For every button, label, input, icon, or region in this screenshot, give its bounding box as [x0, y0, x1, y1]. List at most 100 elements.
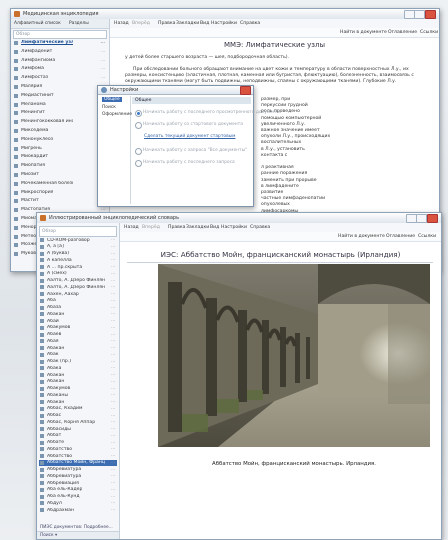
- front-list-item[interactable]: Абаза ···: [39, 305, 117, 312]
- back-list-item[interactable]: Малярия···: [13, 83, 107, 91]
- back-list-item[interactable]: Мастит···: [13, 197, 107, 205]
- option-last-document-radio[interactable]: [135, 110, 142, 117]
- back-list-item[interactable]: Лимфома ···: [13, 65, 107, 73]
- menu-bookmarks[interactable]: Закладки: [186, 225, 209, 230]
- front-list-item[interactable]: Аббас, Кхадим ···: [39, 406, 117, 413]
- option-all-documents-radio[interactable]: [135, 148, 142, 155]
- find-in-document-link[interactable]: Найти в документе: [340, 30, 387, 35]
- menu-settings[interactable]: Настройки: [211, 21, 237, 26]
- back-list-item[interactable]: Лимфаденит ···: [13, 48, 107, 56]
- maximize-button[interactable]: [414, 10, 425, 19]
- back-list-item[interactable]: Миопатия···: [13, 162, 107, 170]
- back-list-item[interactable]: Менингит···: [13, 109, 107, 117]
- menu-view[interactable]: Вид: [210, 225, 219, 230]
- option-last-query-radio[interactable]: [135, 160, 142, 167]
- make-start-document-link[interactable]: Сделать текущий документ стартовым: [144, 134, 235, 139]
- front-list-item[interactable]: Аббате ···: [39, 440, 117, 447]
- back-list-item[interactable]: Мононуклеоз···: [13, 136, 107, 144]
- front-search-input[interactable]: Обзор: [39, 226, 117, 237]
- front-list-item[interactable]: CD-ROM-разговор ···: [39, 237, 117, 244]
- front-list-item[interactable]: Абака ···: [39, 365, 117, 372]
- maximize-button[interactable]: [416, 214, 427, 223]
- contents-link[interactable]: Оглавление: [386, 234, 415, 239]
- front-list-item[interactable]: А (смех) ···: [39, 271, 117, 278]
- close-button[interactable]: [427, 214, 438, 223]
- front-list-item[interactable]: Аббас ···: [39, 413, 117, 420]
- front-list-item[interactable]: Аалто, А. Дзеро Финляндия ···: [39, 278, 117, 285]
- back-list-item[interactable]: Миозит···: [13, 171, 107, 179]
- menu-help[interactable]: Справка: [240, 21, 260, 26]
- front-list-item[interactable]: A (буква) ···: [39, 251, 117, 258]
- front-list-item[interactable]: Аббревиация ···: [39, 480, 117, 487]
- tab-alphabet[interactable]: Алфавитный список: [14, 21, 61, 26]
- front-list-item[interactable]: Аба ель-Кадер ···: [39, 487, 117, 494]
- front-list-item[interactable]: Абакан ···: [39, 345, 117, 352]
- front-list-item[interactable]: Аахен, Аахар ···: [39, 291, 117, 298]
- back-list-item[interactable]: Менингококковая инфекция···: [13, 118, 107, 126]
- menu-edit[interactable]: Правка: [158, 21, 175, 26]
- front-list-item[interactable]: Аббас, Корня Аппар ···: [39, 419, 117, 426]
- front-list-item[interactable]: Абаев ···: [39, 332, 117, 339]
- front-list-item[interactable]: Аалто, А. Дзеро Финляндия ···: [39, 284, 117, 291]
- front-list-item[interactable]: Аббревиатура ···: [39, 473, 117, 480]
- front-list-item[interactable]: Абаканы ···: [39, 392, 117, 399]
- front-list-item[interactable]: А капелла ···: [39, 257, 117, 264]
- front-list-item[interactable]: Аббревиатура ···: [39, 467, 117, 474]
- menu-settings[interactable]: Настройки: [221, 225, 247, 230]
- menu-bookmarks[interactable]: Закладки: [176, 21, 199, 26]
- close-button[interactable]: [425, 10, 436, 19]
- back-search-input[interactable]: Обзор: [13, 30, 107, 39]
- back-list-item[interactable]: Медиастинит···: [13, 92, 107, 100]
- option-start-document-radio[interactable]: [135, 122, 142, 129]
- front-list-item[interactable]: Абак ···: [39, 352, 117, 359]
- front-list-item[interactable]: Аббатство ···: [39, 446, 117, 453]
- settings-nav-appearance[interactable]: Оформление: [102, 112, 132, 117]
- front-list-item[interactable]: Абакан ···: [39, 379, 117, 386]
- front-list-item[interactable]: Абая ···: [39, 338, 117, 345]
- menu-back[interactable]: Назад: [124, 225, 139, 230]
- front-list-item[interactable]: Абакумов ···: [39, 325, 117, 332]
- back-list-item[interactable]: Мочекаменная болезнь···: [13, 180, 107, 188]
- menu-back[interactable]: Назад: [114, 21, 129, 26]
- front-list-item[interactable]: А ... пр.скрыта ···: [39, 264, 117, 271]
- settings-close-button[interactable]: [240, 86, 251, 95]
- front-list-item[interactable]: Абак (пр.) ···: [39, 359, 117, 366]
- front-list-item[interactable]: Абакан ···: [39, 399, 117, 406]
- front-list-item[interactable]: Абай ···: [39, 318, 117, 325]
- back-list-item[interactable]: Лимфостаз ···: [13, 74, 107, 82]
- settings-nav-search[interactable]: Поиск: [102, 105, 116, 110]
- document-icon: [40, 359, 44, 364]
- back-list-item[interactable]: Миокардит···: [13, 153, 107, 161]
- front-list-item[interactable]: Аббат ···: [39, 433, 117, 440]
- front-list-item[interactable]: Аббатство ···: [39, 453, 117, 460]
- back-list-item[interactable]: Микседема···: [13, 127, 107, 135]
- back-list-item[interactable]: Лимфангиома ···: [13, 57, 107, 65]
- front-list-item[interactable]: A, a [а] ···: [39, 244, 117, 251]
- front-sidebar-footer[interactable]: ПИЭС документов: Подробнее...: [40, 525, 113, 530]
- front-list-item[interactable]: Аббатство Мойн, Франция ···: [39, 459, 117, 467]
- find-in-document-link[interactable]: Найти в документе: [338, 234, 385, 239]
- front-list-item[interactable]: Абдул ···: [39, 500, 117, 507]
- back-list-item[interactable]: Мигрень···: [13, 145, 107, 153]
- menu-help[interactable]: Справка: [250, 225, 270, 230]
- back-list-item[interactable]: Меланома···: [13, 101, 107, 109]
- menu-forward[interactable]: Вперёд: [142, 225, 160, 230]
- search-menu-button[interactable]: Поиск ▾: [40, 533, 57, 538]
- menu-forward[interactable]: Вперёд: [132, 21, 150, 26]
- contents-link[interactable]: Оглавление: [388, 30, 417, 35]
- front-list-item[interactable]: Абакан ···: [39, 311, 117, 318]
- links-link[interactable]: Ссылки: [418, 234, 436, 239]
- front-list-item[interactable]: Абдрахман ···: [39, 507, 117, 514]
- settings-nav-general[interactable]: Общее: [102, 97, 122, 102]
- front-list-item[interactable]: Аба ель-Кунд ···: [39, 494, 117, 501]
- front-list-item[interactable]: Абакумов ···: [39, 386, 117, 393]
- front-list-item[interactable]: Абакан ···: [39, 372, 117, 379]
- back-list-item[interactable]: Лимфатические узлы ···: [13, 39, 107, 47]
- links-link[interactable]: Ссылки: [420, 30, 438, 35]
- menu-edit[interactable]: Правка: [168, 225, 185, 230]
- menu-view[interactable]: Вид: [200, 21, 209, 26]
- front-list-item[interactable]: Аба ···: [39, 298, 117, 305]
- front-list-item[interactable]: Аббасиды ···: [39, 426, 117, 433]
- back-list-item[interactable]: Микроспория···: [13, 189, 107, 197]
- tab-sections[interactable]: Разделы: [69, 21, 89, 26]
